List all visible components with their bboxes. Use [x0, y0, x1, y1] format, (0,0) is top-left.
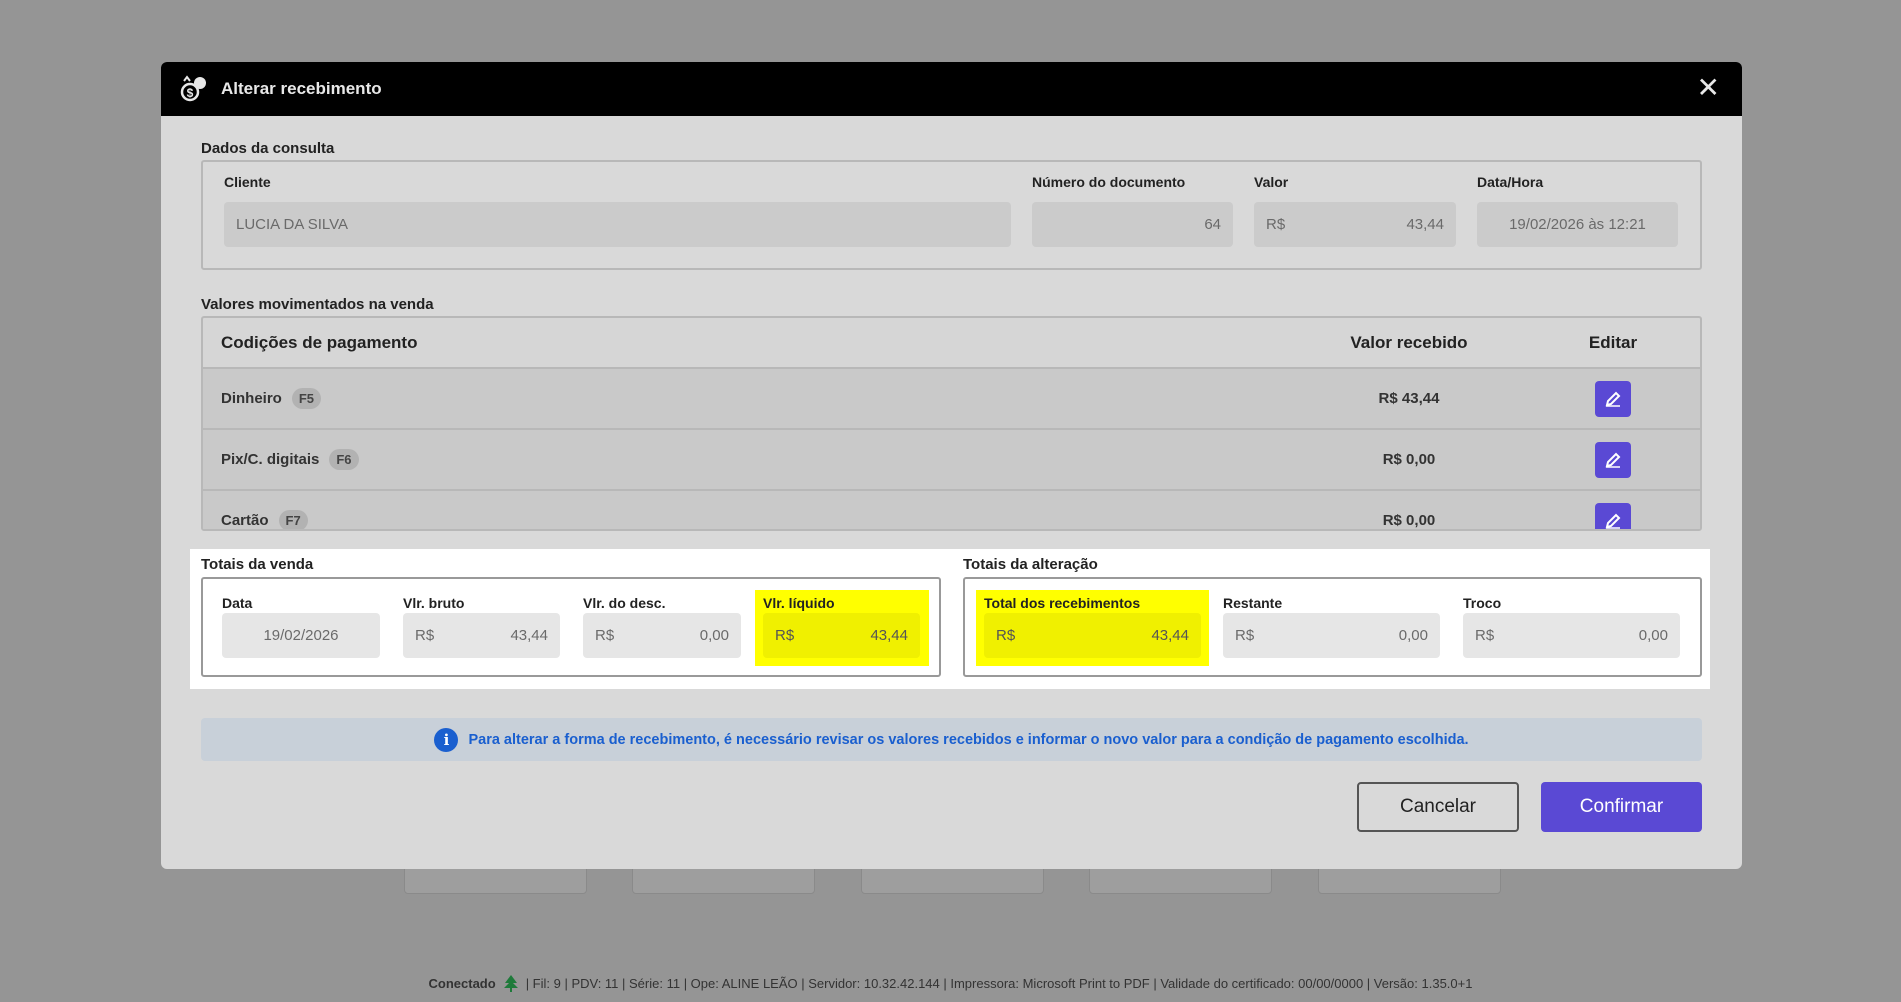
- edit-icon: [1605, 452, 1621, 468]
- info-text: Para alterar a forma de recebimento, é n…: [468, 731, 1469, 748]
- currency: R$: [775, 627, 795, 644]
- bruto-label: Vlr. bruto: [403, 595, 465, 611]
- table-row: Cartão F7 R$ 0,00: [203, 491, 1700, 529]
- shortcut-badge: F6: [329, 449, 359, 470]
- restante-field[interactable]: R$ 0,00: [1223, 613, 1440, 658]
- payment-value: R$ 43,44: [1378, 390, 1440, 407]
- alterar-recebimento-dialog: $ Alterar recebimento ✕ Dados da consult…: [161, 62, 1742, 869]
- bruto-field[interactable]: R$ 43,44: [403, 613, 560, 658]
- cancel-button[interactable]: Cancelar: [1357, 782, 1519, 832]
- documento-field[interactable]: 64: [1032, 202, 1233, 247]
- datahora-field[interactable]: 19/02/2026 às 12:21: [1477, 202, 1678, 247]
- valor-value: 43,44: [1406, 216, 1444, 233]
- valor-label: Valor: [1254, 174, 1289, 190]
- info-banner: i Para alterar a forma de recebimento, é…: [201, 718, 1702, 761]
- money-exchange-icon: $: [180, 75, 206, 102]
- status-bar: Conectado | Fil: 9 | PDV: 11 | Série: 11…: [0, 974, 1901, 992]
- payment-value: R$ 0,00: [1382, 512, 1436, 529]
- data-label: Data: [222, 595, 253, 611]
- header-condicoes: Codições de pagamento: [221, 332, 418, 352]
- dialog-header: $ Alterar recebimento: [161, 62, 1742, 116]
- valor-field[interactable]: R$ 43,44: [1254, 202, 1456, 247]
- troco-field[interactable]: R$ 0,00: [1463, 613, 1680, 658]
- restante-label: Restante: [1223, 595, 1283, 611]
- liquido-label: Vlr. líquido: [763, 595, 835, 611]
- documento-value: 64: [1204, 216, 1221, 233]
- currency: R$: [996, 627, 1016, 644]
- payment-name: Pix/C. digitais: [221, 451, 320, 468]
- payment-value: R$ 0,00: [1382, 451, 1436, 468]
- connection-status: Conectado: [428, 975, 496, 991]
- svg-text:$: $: [187, 86, 194, 100]
- data-field[interactable]: 19/02/2026: [222, 613, 380, 658]
- currency: R$: [1475, 627, 1495, 644]
- section-valores-movimentados: Valores movimentados na venda: [201, 296, 434, 313]
- currency: R$: [1235, 627, 1255, 644]
- datahora-value: 19/02/2026 às 12:21: [1509, 216, 1646, 233]
- troco-value: 0,00: [1638, 627, 1668, 644]
- currency: R$: [595, 627, 615, 644]
- datahora-label: Data/Hora: [1477, 174, 1544, 190]
- info-icon: i: [434, 727, 459, 752]
- restante-value: 0,00: [1398, 627, 1428, 644]
- desc-value: 0,00: [699, 627, 729, 644]
- status-details: | Fil: 9 | PDV: 11 | Série: 11 | Ope: AL…: [525, 975, 1473, 991]
- cliente-value: LUCIA DA SILVA: [236, 216, 348, 233]
- table-header: Codições de pagamento Valor recebido Edi…: [203, 318, 1700, 369]
- desc-field[interactable]: R$ 0,00: [583, 613, 741, 658]
- table-row: Pix/C. digitais F6 R$ 0,00: [203, 430, 1700, 491]
- dialog-title: Alterar recebimento: [221, 79, 382, 98]
- section-totais-alteracao: Totais da alteração: [963, 556, 1098, 573]
- total-value: 43,44: [1151, 627, 1189, 644]
- shortcut-badge: F7: [278, 510, 308, 529]
- desc-label: Vlr. do desc.: [583, 595, 666, 611]
- header-valor-recebido: Valor recebido: [1350, 332, 1468, 352]
- cliente-label: Cliente: [224, 174, 271, 190]
- liquido-value: 43,44: [870, 627, 908, 644]
- header-editar: Editar: [1588, 332, 1638, 352]
- payment-name: Cartão: [221, 512, 269, 529]
- payment-table: Codições de pagamento Valor recebido Edi…: [201, 316, 1702, 531]
- liquido-field[interactable]: R$ 43,44: [763, 613, 920, 658]
- section-dados-consulta: Dados da consulta: [201, 140, 335, 157]
- troco-label: Troco: [1463, 595, 1502, 611]
- confirm-button[interactable]: Confirmar: [1541, 782, 1702, 832]
- edit-icon: [1605, 513, 1621, 529]
- table-row: Dinheiro F5 R$ 43,44: [203, 369, 1700, 430]
- edit-icon: [1605, 391, 1621, 407]
- currency: R$: [1266, 216, 1286, 233]
- edit-button[interactable]: [1595, 502, 1631, 529]
- shortcut-badge: F5: [291, 388, 322, 409]
- total-field[interactable]: R$ 43,44: [984, 613, 1201, 658]
- currency: R$: [415, 627, 435, 644]
- bruto-value: 43,44: [510, 627, 548, 644]
- tree-icon: [503, 975, 518, 992]
- close-icon[interactable]: ✕: [1697, 74, 1720, 102]
- documento-label: Número do documento: [1032, 174, 1186, 190]
- data-value: 19/02/2026: [263, 627, 339, 644]
- edit-button[interactable]: [1595, 380, 1631, 417]
- total-label: Total dos recebimentos: [984, 595, 1141, 611]
- payment-name: Dinheiro: [221, 390, 282, 407]
- dados-consulta-box: Cliente LUCIA DA SILVA Número do documen…: [201, 160, 1702, 270]
- section-totais-venda: Totais da venda: [201, 556, 314, 573]
- cliente-field[interactable]: LUCIA DA SILVA: [224, 202, 1011, 247]
- edit-button[interactable]: [1595, 441, 1631, 478]
